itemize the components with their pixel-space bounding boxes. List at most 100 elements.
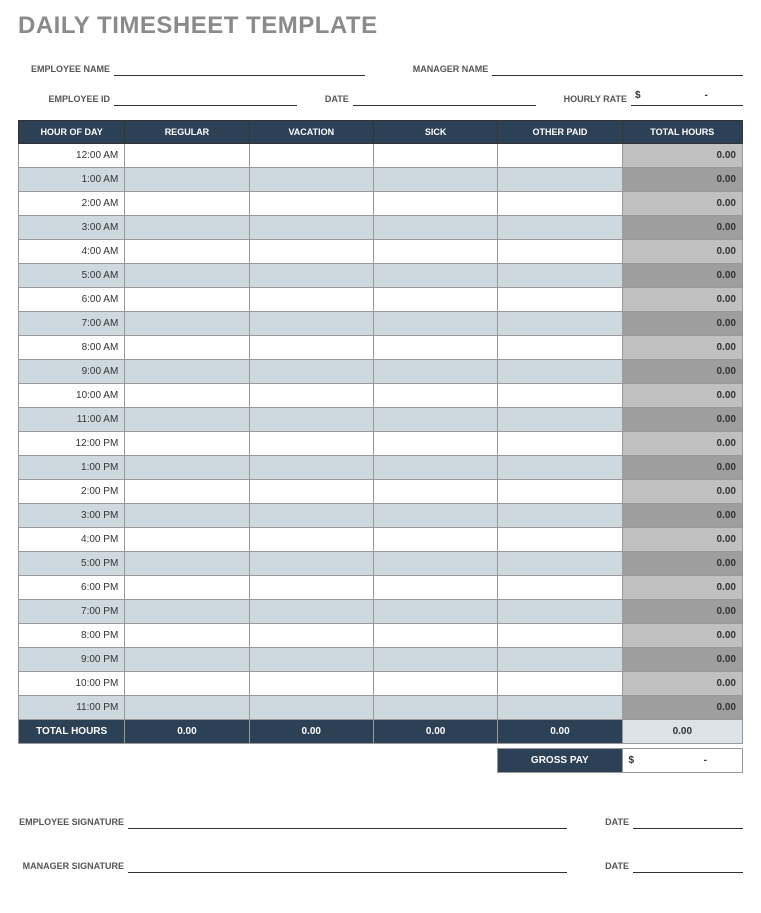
data-cell[interactable] — [373, 168, 497, 192]
data-cell[interactable] — [249, 456, 373, 480]
data-cell[interactable] — [373, 504, 497, 528]
data-cell[interactable] — [249, 240, 373, 264]
data-cell[interactable] — [249, 576, 373, 600]
data-cell[interactable] — [498, 168, 622, 192]
data-cell[interactable] — [373, 600, 497, 624]
data-cell[interactable] — [249, 552, 373, 576]
data-cell[interactable] — [249, 408, 373, 432]
hourly-rate-field[interactable]: $ - — [631, 90, 743, 106]
data-cell[interactable] — [498, 288, 622, 312]
data-cell[interactable] — [249, 312, 373, 336]
data-cell[interactable] — [125, 456, 249, 480]
data-cell[interactable] — [498, 552, 622, 576]
data-cell[interactable] — [125, 600, 249, 624]
data-cell[interactable] — [373, 336, 497, 360]
data-cell[interactable] — [125, 576, 249, 600]
data-cell[interactable] — [373, 624, 497, 648]
data-cell[interactable] — [498, 600, 622, 624]
data-cell[interactable] — [498, 480, 622, 504]
data-cell[interactable] — [249, 432, 373, 456]
manager-name-field[interactable] — [492, 60, 743, 76]
data-cell[interactable] — [373, 360, 497, 384]
data-cell[interactable] — [249, 384, 373, 408]
data-cell[interactable] — [498, 456, 622, 480]
data-cell[interactable] — [373, 696, 497, 720]
manager-sig-date-field[interactable] — [633, 857, 743, 873]
data-cell[interactable] — [125, 672, 249, 696]
data-cell[interactable] — [373, 192, 497, 216]
data-cell[interactable] — [249, 600, 373, 624]
data-cell[interactable] — [498, 672, 622, 696]
data-cell[interactable] — [498, 648, 622, 672]
employee-sig-date-field[interactable] — [633, 813, 743, 829]
data-cell[interactable] — [249, 288, 373, 312]
data-cell[interactable] — [498, 696, 622, 720]
data-cell[interactable] — [373, 528, 497, 552]
data-cell[interactable] — [125, 168, 249, 192]
employee-id-field[interactable] — [114, 90, 297, 106]
employee-signature-field[interactable] — [128, 813, 567, 829]
data-cell[interactable] — [498, 528, 622, 552]
data-cell[interactable] — [373, 648, 497, 672]
data-cell[interactable] — [498, 216, 622, 240]
data-cell[interactable] — [125, 696, 249, 720]
data-cell[interactable] — [249, 672, 373, 696]
data-cell[interactable] — [498, 624, 622, 648]
data-cell[interactable] — [373, 456, 497, 480]
data-cell[interactable] — [125, 528, 249, 552]
data-cell[interactable] — [498, 240, 622, 264]
data-cell[interactable] — [373, 408, 497, 432]
data-cell[interactable] — [125, 240, 249, 264]
data-cell[interactable] — [125, 648, 249, 672]
data-cell[interactable] — [498, 384, 622, 408]
data-cell[interactable] — [373, 432, 497, 456]
data-cell[interactable] — [373, 312, 497, 336]
data-cell[interactable] — [125, 504, 249, 528]
data-cell[interactable] — [373, 576, 497, 600]
data-cell[interactable] — [125, 216, 249, 240]
data-cell[interactable] — [249, 528, 373, 552]
data-cell[interactable] — [498, 360, 622, 384]
data-cell[interactable] — [249, 360, 373, 384]
data-cell[interactable] — [125, 312, 249, 336]
data-cell[interactable] — [125, 192, 249, 216]
data-cell[interactable] — [249, 168, 373, 192]
data-cell[interactable] — [125, 384, 249, 408]
data-cell[interactable] — [249, 264, 373, 288]
data-cell[interactable] — [125, 288, 249, 312]
data-cell[interactable] — [249, 192, 373, 216]
employee-name-field[interactable] — [114, 60, 365, 76]
data-cell[interactable] — [125, 432, 249, 456]
data-cell[interactable] — [373, 216, 497, 240]
data-cell[interactable] — [373, 288, 497, 312]
data-cell[interactable] — [249, 216, 373, 240]
data-cell[interactable] — [125, 144, 249, 168]
data-cell[interactable] — [249, 696, 373, 720]
data-cell[interactable] — [498, 432, 622, 456]
data-cell[interactable] — [498, 264, 622, 288]
data-cell[interactable] — [125, 336, 249, 360]
date-field[interactable] — [353, 90, 536, 106]
data-cell[interactable] — [125, 264, 249, 288]
data-cell[interactable] — [373, 672, 497, 696]
data-cell[interactable] — [498, 192, 622, 216]
data-cell[interactable] — [373, 240, 497, 264]
data-cell[interactable] — [125, 480, 249, 504]
data-cell[interactable] — [249, 624, 373, 648]
data-cell[interactable] — [125, 408, 249, 432]
data-cell[interactable] — [373, 384, 497, 408]
data-cell[interactable] — [498, 144, 622, 168]
data-cell[interactable] — [249, 144, 373, 168]
data-cell[interactable] — [498, 312, 622, 336]
data-cell[interactable] — [498, 408, 622, 432]
data-cell[interactable] — [373, 264, 497, 288]
data-cell[interactable] — [125, 624, 249, 648]
data-cell[interactable] — [373, 552, 497, 576]
data-cell[interactable] — [498, 504, 622, 528]
data-cell[interactable] — [249, 504, 373, 528]
manager-signature-field[interactable] — [128, 857, 567, 873]
data-cell[interactable] — [498, 336, 622, 360]
data-cell[interactable] — [249, 648, 373, 672]
data-cell[interactable] — [125, 552, 249, 576]
data-cell[interactable] — [498, 576, 622, 600]
